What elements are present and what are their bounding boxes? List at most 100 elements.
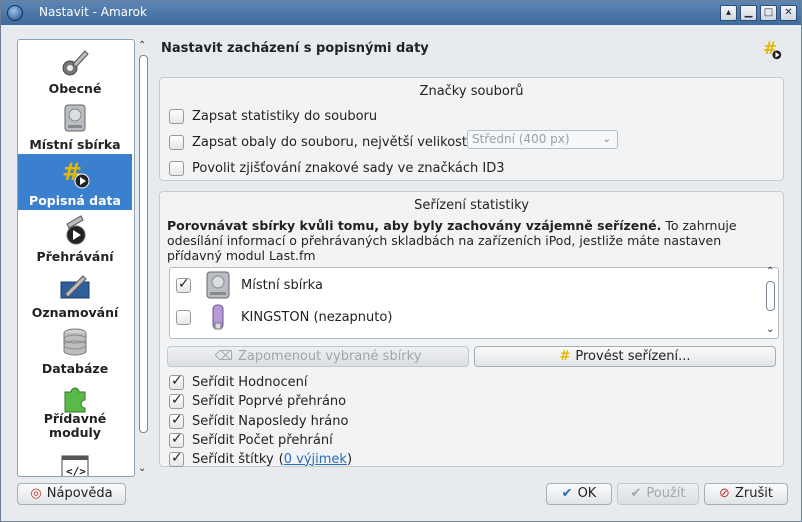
maximize-button[interactable]: □ — [760, 5, 777, 21]
help-lifebuoy-icon: ◎ — [30, 486, 42, 501]
cancel-button[interactable]: ⊘ Zrušit — [704, 483, 788, 505]
sidebar-item-plugins[interactable]: Přídavné moduly — [18, 378, 132, 448]
checkmark-icon: ✔ — [630, 486, 642, 501]
wrench-play-icon — [66, 215, 86, 245]
write-statistics-option[interactable]: Zapsat statistiky do souboru — [169, 106, 377, 126]
scroll-down-icon[interactable]: ⌄ — [138, 463, 146, 474]
group-title: Značky souborů — [419, 84, 524, 99]
sidebar-item-local-collection[interactable]: Místní sbírka — [18, 98, 132, 154]
sync-labels-checkbox[interactable] — [169, 450, 184, 467]
scroll-up-icon[interactable]: ⌃ — [766, 266, 774, 277]
checkmark-icon: ✔ — [561, 486, 573, 501]
sync-rating-option[interactable]: Seřídit Hodnocení — [169, 372, 307, 392]
sidebar-item-metadata[interactable]: # Popisná data — [18, 154, 132, 210]
cancel-icon: ⊘ — [719, 486, 730, 501]
option-label: Povolit zjišťování znakové sady ve značk… — [192, 160, 505, 176]
write-statistics-checkbox[interactable] — [169, 108, 184, 124]
forget-collections-button[interactable]: ⌫ Zapomenout vybrané sbírky — [167, 346, 469, 367]
sync-playcount-option[interactable]: Seřídit Počet přehrání — [169, 430, 333, 450]
hard-drive-icon — [206, 271, 230, 299]
help-button[interactable]: ◎ Nápověda — [17, 483, 126, 505]
sync-rating-checkbox[interactable] — [169, 373, 184, 390]
broom-icon: ⌫ — [214, 349, 233, 364]
page-title: Nastavit zacházení s popisnými daty — [161, 41, 429, 56]
sidebar-item-label: Databáze — [41, 361, 109, 376]
sync-last-played-checkbox[interactable] — [169, 412, 184, 429]
list-item[interactable]: KINGSTON (nezapnuto) — [170, 302, 760, 332]
sidebar-item-label: Místní sbírka — [29, 137, 121, 152]
sidebar-item-notifications[interactable]: Oznamování — [18, 266, 132, 322]
puzzle-icon — [64, 387, 86, 413]
tag-play-icon: # — [763, 39, 782, 60]
script-icon: </> — [61, 455, 89, 477]
sync-labels-option[interactable]: Seřídit štítky (0 výjimek) — [169, 449, 352, 469]
write-covers-checkbox[interactable] — [169, 134, 184, 150]
minimize-button[interactable]: ▁ — [740, 5, 757, 21]
sync-first-played-option[interactable]: Seřídit Poprvé přehráno — [169, 391, 346, 411]
ok-label: OK — [577, 486, 597, 501]
tag-play-icon: # — [62, 158, 90, 189]
wrench-gear-icon — [62, 50, 89, 76]
collection-checkbox[interactable] — [176, 276, 191, 293]
sidebar-item-database[interactable]: Databáze — [18, 322, 132, 378]
title-bar[interactable]: Nastavit - Amarok ▴ ▁ □ ✕ — [1, 1, 801, 25]
list-item[interactable]: Místní sbírka — [170, 270, 760, 300]
group-title: Seřízení statistiky — [414, 198, 529, 213]
help-label: Nápověda — [46, 486, 113, 501]
collections-list[interactable]: Místní sbírka KINGSTON (nezapnuto) ⌃ ⌄ — [169, 266, 779, 339]
settings-window: Nastavit - Amarok ▴ ▁ □ ✕ Obecné Místní … — [0, 0, 802, 522]
option-label: Zapsat obaly do souboru, největší veliko… — [192, 134, 472, 150]
sync-first-played-checkbox[interactable] — [169, 392, 184, 409]
cancel-label: Zrušit — [734, 486, 773, 501]
option-label: Zapsat statistiky do souboru — [192, 108, 378, 124]
synchronize-button[interactable]: # Provést seřízení... — [474, 346, 776, 367]
settings-sidebar[interactable]: Obecné Místní sbírka # Popisná data Přeh… — [17, 39, 135, 477]
charset-detection-checkbox[interactable] — [169, 160, 184, 176]
write-covers-option[interactable]: Zapsat obaly do souboru, největší veliko… — [169, 132, 471, 152]
window-title: Nastavit - Amarok — [39, 5, 147, 19]
tag-sync-icon: # — [559, 349, 571, 364]
shade-button[interactable]: ▴ — [720, 5, 737, 21]
option-label: Seřídit Hodnocení — [192, 374, 308, 390]
list-scroll-thumb[interactable] — [766, 281, 775, 311]
exceptions-paren-close: ) — [346, 451, 353, 467]
sync-last-played-option[interactable]: Seřídit Naposledy hráno — [169, 411, 348, 431]
cover-size-select[interactable]: Střední (400 px) ⌄ — [467, 130, 618, 149]
exceptions-link[interactable]: 0 výjimek — [284, 452, 347, 467]
sync-description: Porovnávat sbírky kvůli tomu, aby byly z… — [167, 218, 779, 263]
sync-label: Provést seřízení... — [575, 349, 691, 364]
option-label: Seřídit Poprvé přehráno — [192, 393, 347, 409]
sidebar-scroll-thumb[interactable] — [139, 55, 148, 433]
sync-description-bold: Porovnávat sbírky kvůli tomu, aby byly z… — [167, 218, 662, 233]
ok-button[interactable]: ✔ OK — [546, 483, 612, 505]
close-button[interactable]: ✕ — [780, 5, 797, 21]
option-label: Seřídit Naposledy hráno — [192, 413, 349, 429]
apply-button[interactable]: ✔ Použít — [617, 483, 699, 505]
database-icon — [63, 328, 87, 356]
sidebar-item-label: Obecné — [48, 81, 102, 96]
list-scrollbar[interactable]: ⌃ ⌄ — [764, 266, 778, 338]
sidebar-item-label: Přídavné moduly — [43, 411, 107, 440]
collection-label: Místní sbírka — [241, 277, 323, 293]
sidebar-item-label: Popisná data — [29, 193, 121, 208]
apply-label: Použít — [646, 486, 686, 501]
option-label: Seřídit štítky — [192, 451, 274, 467]
svg-text:</>: </> — [66, 465, 86, 477]
forget-label: Zapomenout vybrané sbírky — [237, 349, 422, 364]
collection-label: KINGSTON (nezapnuto) — [241, 309, 393, 325]
option-label: Seřídit Počet přehrání — [192, 432, 333, 448]
chevron-down-icon: ⌄ — [602, 134, 611, 145]
scroll-down-icon[interactable]: ⌄ — [766, 324, 774, 335]
scroll-up-icon[interactable]: ⌃ — [138, 40, 146, 51]
usb-stick-icon — [212, 304, 224, 330]
sidebar-item-scripts[interactable]: </> — [18, 448, 132, 477]
sidebar-scrollbar[interactable]: ⌃ ⌄ — [137, 40, 149, 477]
sidebar-item-general[interactable]: Obecné — [18, 42, 132, 98]
sync-playcount-checkbox[interactable] — [169, 431, 184, 448]
collection-checkbox[interactable] — [176, 309, 191, 325]
amarok-app-icon[interactable] — [7, 5, 23, 21]
charset-detection-option[interactable]: Povolit zjišťování znakové sady ve značk… — [169, 158, 505, 178]
notification-wrench-icon — [60, 275, 90, 299]
sidebar-item-playback[interactable]: Přehrávání — [18, 210, 132, 266]
sidebar-item-label: Oznamování — [31, 305, 119, 320]
